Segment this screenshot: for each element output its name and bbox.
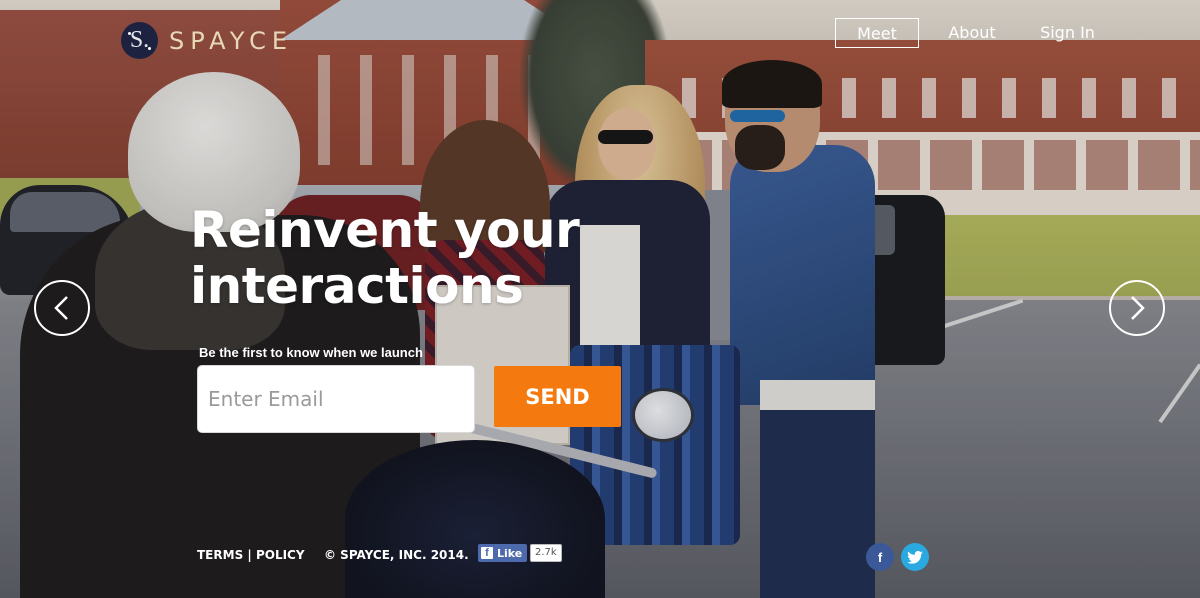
- facebook-social-button[interactable]: f: [866, 543, 894, 571]
- carousel-prev-button[interactable]: [34, 280, 90, 336]
- signup-tagline: Be the first to know when we launch: [199, 345, 423, 360]
- nav-about-link[interactable]: About: [932, 18, 1012, 48]
- logo-wordmark: SPAYCE: [169, 26, 293, 55]
- hero-headline-line2: interactions: [190, 257, 524, 315]
- facebook-like-count: 2.7k: [530, 544, 562, 562]
- hero-headline-line1: Reinvent your: [190, 201, 580, 259]
- facebook-like-button[interactable]: f Like: [478, 544, 528, 562]
- hero-headline: Reinvent your interactions: [190, 202, 610, 314]
- chevron-left-icon: [54, 296, 68, 320]
- nav-meet-button[interactable]: Meet: [835, 18, 919, 48]
- facebook-icon: f: [877, 549, 883, 565]
- footer: TERMS | POLICY © SPAYCE, INC. 2014. f Li…: [0, 542, 1200, 566]
- terms-policy-link[interactable]: TERMS | POLICY: [197, 548, 305, 562]
- logo-badge: S.: [121, 22, 158, 59]
- carousel-next-button[interactable]: [1109, 280, 1165, 336]
- logo[interactable]: S. SPAYCE: [121, 22, 293, 59]
- chevron-right-icon: [1131, 296, 1145, 320]
- logo-letter: S.: [129, 27, 150, 53]
- copyright: © SPAYCE, INC. 2014.: [324, 548, 469, 562]
- nav-sign-in-link[interactable]: Sign In: [1025, 18, 1110, 48]
- twitter-icon: [907, 550, 923, 564]
- facebook-like-label: Like: [497, 546, 523, 560]
- email-input[interactable]: [197, 365, 475, 433]
- facebook-icon: f: [481, 547, 493, 559]
- twitter-social-button[interactable]: [901, 543, 929, 571]
- logo-star: [128, 32, 131, 35]
- logo-star: [148, 47, 151, 50]
- send-button[interactable]: SEND: [494, 366, 621, 427]
